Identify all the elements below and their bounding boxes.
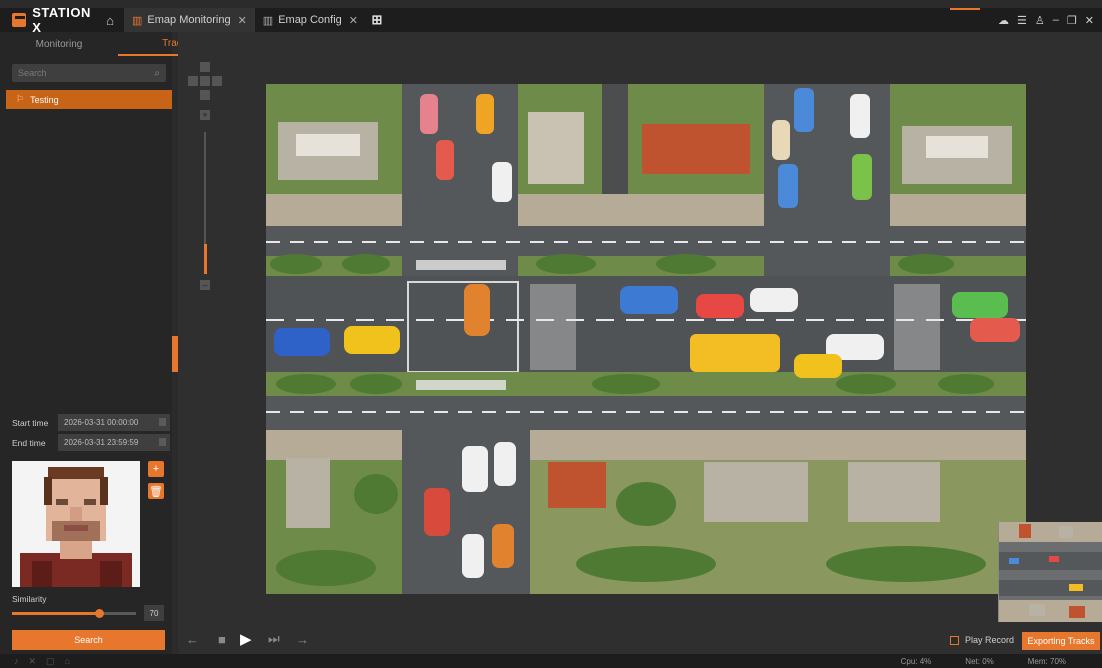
restore-icon[interactable]: ❐: [1067, 14, 1077, 27]
user-icon[interactable]: ♙: [1035, 14, 1045, 27]
home-icon: ⌂: [106, 12, 114, 28]
calendar-icon[interactable]: [159, 438, 166, 446]
play-record-checkbox[interactable]: [950, 635, 959, 645]
start-time-value: 2026-03-31 00:00:00: [64, 418, 139, 427]
tab-monitoring[interactable]: Monitoring: [0, 32, 118, 56]
cpu-usage: Cpu: 4%: [900, 656, 932, 666]
tab-emap-monitoring[interactable]: ▥ Emap Monitoring ✕: [124, 8, 255, 32]
start-time-label: Start time: [12, 417, 49, 428]
previous-arrow-icon[interactable]: ←: [186, 632, 199, 647]
end-time-row: End time 2026-03-31 23:59:59: [12, 434, 170, 451]
plus-icon: +: [152, 463, 160, 475]
play-record-toggle[interactable]: Play Record: [950, 635, 1014, 645]
net-usage: Net: 0%: [965, 656, 994, 666]
similarity-slider-fill: [12, 612, 99, 615]
home-button[interactable]: ⌂: [96, 8, 124, 32]
end-time-label: End time: [12, 437, 46, 448]
close-tab-icon[interactable]: ✕: [349, 14, 358, 27]
pan-right-button[interactable]: [212, 76, 222, 86]
similarity-slider[interactable]: [12, 609, 136, 618]
city-map-image: [266, 84, 1026, 594]
minimap-image: [999, 522, 1102, 622]
station-logo-icon: [12, 13, 27, 27]
title-bar: STATION X ⌂ ▥ Emap Monitoring ✕ ▥ Emap C…: [0, 5, 1102, 35]
search-box: ⌕: [12, 64, 166, 82]
mem-usage: Mem: 70%: [1027, 656, 1066, 666]
similarity-value[interactable]: 70: [144, 605, 164, 621]
map-icon: ▥: [262, 14, 274, 27]
add-photo-button[interactable]: +: [148, 461, 164, 477]
trash-icon: 🗑: [149, 485, 163, 498]
map-icon: ▥: [132, 14, 143, 27]
screen-icon[interactable]: ▢: [46, 656, 55, 667]
tab-label: Emap Monitoring: [147, 14, 231, 26]
similarity-label: Similarity: [12, 594, 47, 604]
title-accent-mark: [950, 8, 980, 10]
tab-label: Emap Config: [278, 14, 342, 26]
lock-icon[interactable]: ⌂: [65, 656, 70, 667]
pan-center-button[interactable]: [200, 76, 210, 86]
end-time-value: 2026-03-31 23:59:59: [64, 438, 139, 447]
cloud-icon[interactable]: ☁: [998, 14, 1009, 27]
system-metrics: Cpu: 4% Net: 0% Mem: 70%: [901, 657, 1102, 666]
document-icon[interactable]: ☰: [1017, 14, 1027, 27]
fast-forward-icon[interactable]: ⏭: [268, 631, 280, 647]
status-bar: ♪ ✕ ▢ ⌂ Cpu: 4% Net: 0% Mem: 70%: [0, 654, 1102, 668]
start-time-field[interactable]: 2026-03-31 00:00:00: [58, 414, 170, 431]
city-map[interactable]: [266, 84, 1026, 594]
start-time-row: Start time 2026-03-31 00:00:00: [12, 414, 170, 431]
play-icon[interactable]: ▶: [240, 630, 252, 648]
minimize-icon[interactable]: –: [1053, 14, 1059, 26]
end-time-field[interactable]: 2026-03-31 23:59:59: [58, 434, 170, 451]
tab-emap-config[interactable]: ▥ Emap Config ✕: [255, 8, 366, 32]
calendar-icon[interactable]: [159, 418, 166, 426]
zoom-slider-level[interactable]: [204, 244, 207, 274]
pan-up-button[interactable]: [200, 62, 210, 72]
status-icons: ♪ ✕ ▢ ⌂: [0, 656, 70, 667]
next-arrow-icon[interactable]: →: [296, 632, 309, 647]
stop-icon[interactable]: ■: [218, 632, 226, 647]
search-button[interactable]: Search: [12, 630, 165, 650]
window-controls: ☁ ☰ ♙ – ❐ ✕: [998, 14, 1102, 27]
export-tracks-button[interactable]: Exporting Tracks: [1022, 632, 1100, 650]
left-panel: Monitoring Tracks ⌕ ⚐ Testing Start time…: [0, 32, 236, 654]
minimap[interactable]: [998, 522, 1102, 622]
pan-left-button[interactable]: [188, 76, 198, 86]
bell-icon[interactable]: ♪: [14, 656, 19, 667]
play-record-label: Play Record: [965, 635, 1015, 645]
close-icon[interactable]: ✕: [1085, 14, 1094, 27]
flag-icon: ⚐: [16, 94, 25, 104]
search-input[interactable]: [18, 68, 155, 78]
similarity-slider-thumb[interactable]: [94, 609, 104, 618]
delete-photo-button[interactable]: 🗑: [148, 483, 164, 499]
zoom-out-button[interactable]: –: [200, 280, 210, 290]
app-name: STATION X: [32, 5, 91, 35]
app-window: STATION X ⌂ ▥ Emap Monitoring ✕ ▥ Emap C…: [0, 0, 1102, 668]
mute-icon[interactable]: ✕: [29, 656, 37, 667]
new-tab-button[interactable]: ⊞: [366, 8, 388, 32]
zoom-in-button[interactable]: +: [200, 110, 210, 120]
pan-down-button[interactable]: [200, 90, 210, 100]
brand: STATION X: [0, 5, 96, 35]
face-photo: [12, 461, 140, 587]
list-item-testing[interactable]: ⚐ Testing: [6, 90, 172, 109]
list-item-label: Testing: [30, 94, 59, 105]
map-area: + – ← ■ ▶ ⏭ → Play Record Exporting Trac…: [178, 32, 1102, 654]
grid-plus-icon: ⊞: [371, 12, 383, 27]
face-photo-image: [12, 461, 140, 587]
close-tab-icon[interactable]: ✕: [238, 14, 247, 27]
search-icon[interactable]: ⌕: [154, 68, 160, 79]
